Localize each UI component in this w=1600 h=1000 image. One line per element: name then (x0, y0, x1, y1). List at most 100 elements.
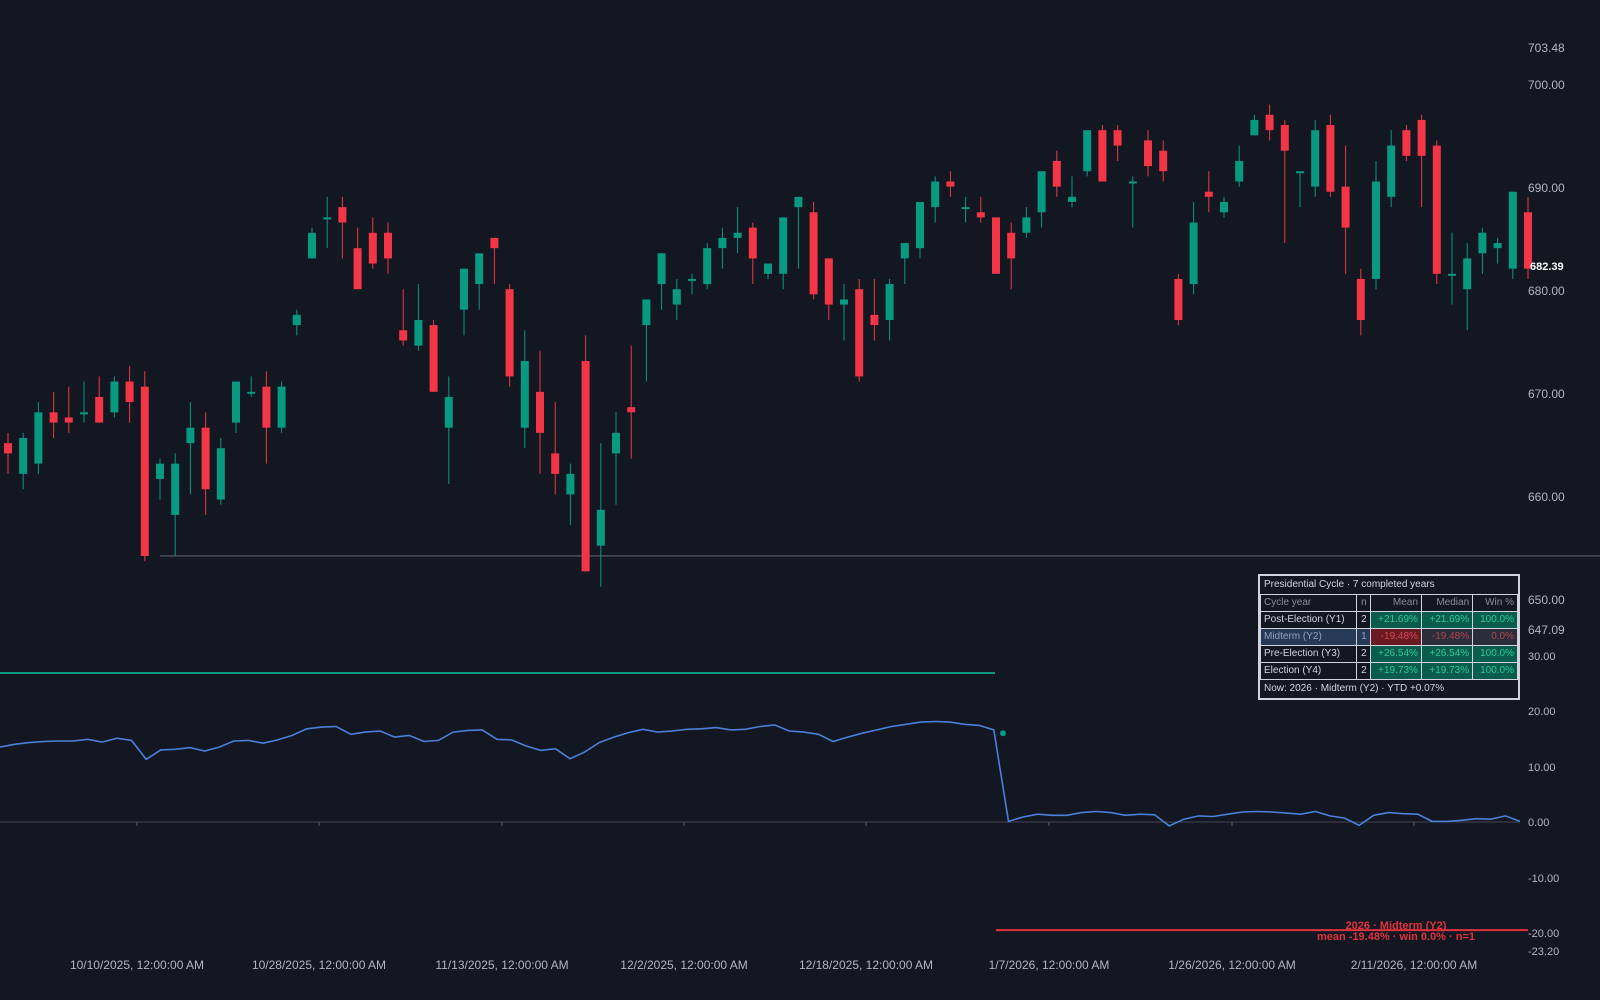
candle-body (19, 437, 28, 474)
candle-body (156, 463, 164, 480)
candle-body (627, 407, 636, 413)
candle-body (794, 196, 803, 208)
candle-body (688, 278, 696, 281)
row-name: Post-Election (Y1) (1260, 611, 1357, 629)
row-median: -19.48% (1420, 628, 1474, 646)
candle-body (399, 330, 408, 341)
indicator-axis-label: 0.00 (1528, 817, 1549, 829)
price-axis-label: 660.00 (1528, 490, 1565, 504)
candle-body (1159, 150, 1168, 172)
candle (140, 371, 149, 562)
candle-body (1356, 278, 1365, 320)
candle-body (1052, 160, 1061, 187)
candle-body (475, 253, 484, 285)
candle (1508, 191, 1517, 279)
candle-body (1417, 119, 1426, 156)
time-axis-label: 1/7/2026, 12:00:00 AM (989, 958, 1110, 972)
candle (809, 201, 818, 300)
candle (855, 278, 864, 382)
row-n: 2 (1355, 662, 1371, 680)
row-win: 100.0% (1472, 645, 1518, 663)
chart-background (0, 0, 1600, 1000)
candle-body (384, 232, 392, 259)
row-mean: +21.69% (1369, 611, 1422, 629)
candle-body (1296, 171, 1304, 174)
candle-body (961, 207, 970, 210)
candle-body (34, 412, 43, 464)
candle-body (444, 396, 453, 428)
candle-body (612, 432, 620, 454)
candle-body (292, 314, 301, 326)
row-name: Midterm (Y2) (1260, 628, 1357, 646)
candle-body (490, 237, 499, 249)
price-axis-label: 647.09 (1528, 623, 1565, 637)
candle-body (338, 207, 347, 223)
candle-body (308, 232, 316, 259)
candle-body (840, 299, 848, 305)
candle-body (551, 453, 560, 474)
candle (34, 402, 43, 474)
candle-body (460, 268, 468, 310)
candle-body (1174, 278, 1183, 320)
candle-body (95, 396, 104, 423)
price-axis-label: 650.00 (1528, 593, 1565, 607)
candle (1083, 130, 1092, 177)
candle-body (247, 391, 256, 394)
candle-body (1265, 114, 1274, 131)
candle-body (1113, 130, 1122, 146)
row-median: +26.54% (1420, 645, 1474, 663)
row-median: +21.69% (1420, 611, 1474, 629)
candle-body (1280, 125, 1289, 151)
candle (703, 243, 712, 290)
candle (1326, 114, 1335, 197)
candle-body (566, 473, 575, 495)
candle-body (581, 361, 590, 572)
row-n: 1 (1355, 628, 1371, 646)
candle-body (1326, 125, 1335, 192)
table-row: Post-Election (Y1) 2 +21.69% +21.69% 100… (1260, 611, 1518, 629)
candle-body (1037, 171, 1046, 213)
price-axis-label: 690.00 (1528, 181, 1565, 195)
candle-body (855, 289, 864, 377)
row-win: 0.0% (1472, 628, 1518, 646)
candle-body (140, 386, 149, 556)
candle-body (201, 427, 210, 490)
candle-body (414, 319, 423, 346)
candle-body (764, 263, 772, 274)
price-chart[interactable]: 703.48 700.00 690.00 682.39 680.00 670.0… (0, 0, 1600, 1000)
time-axis-label: 2/11/2026, 12:00:00 AM (1351, 958, 1478, 972)
candle-body (809, 212, 818, 295)
candle-body (779, 217, 788, 274)
presidential-cycle-table: Presidential Cycle · 7 completed years C… (1258, 574, 1520, 700)
candle-body (1508, 191, 1517, 269)
candle-body (1022, 217, 1031, 233)
candle-body (1220, 201, 1228, 213)
candle-body (1235, 160, 1244, 182)
row-n: 2 (1355, 611, 1371, 629)
candle-body (1448, 273, 1456, 276)
candle-body (1372, 181, 1380, 279)
row-mean: +19.73% (1369, 662, 1422, 680)
indicator-axis-label: -10.00 (1528, 873, 1559, 885)
candle (581, 335, 590, 572)
candle-body (946, 181, 955, 187)
cycle-annotation-stats: mean -19.48% · win 0.0% · n=1 (1317, 931, 1475, 943)
candle-body (1311, 130, 1320, 187)
table-title: Presidential Cycle · 7 completed years (1264, 579, 1435, 590)
candle-body (824, 258, 833, 305)
candle-body (323, 217, 332, 220)
indicator-axis-label: 20.00 (1528, 706, 1556, 718)
candle-body (642, 299, 651, 326)
candle-body (4, 443, 12, 454)
time-axis-label: 10/10/2025, 12:00:00 AM (70, 958, 204, 972)
candle-body (1189, 222, 1198, 285)
candle (110, 376, 119, 418)
candle-body (657, 253, 666, 285)
row-n: 2 (1355, 645, 1371, 663)
candle-body (368, 232, 377, 264)
candle-body (110, 381, 119, 413)
cycle-stats-table: Cycle year n Mean Median Win % Post-Elec… (1260, 594, 1518, 680)
table-header-row: Cycle year n Mean Median Win % (1260, 594, 1518, 612)
candle-body (703, 248, 712, 285)
indicator-marker (1000, 730, 1006, 737)
